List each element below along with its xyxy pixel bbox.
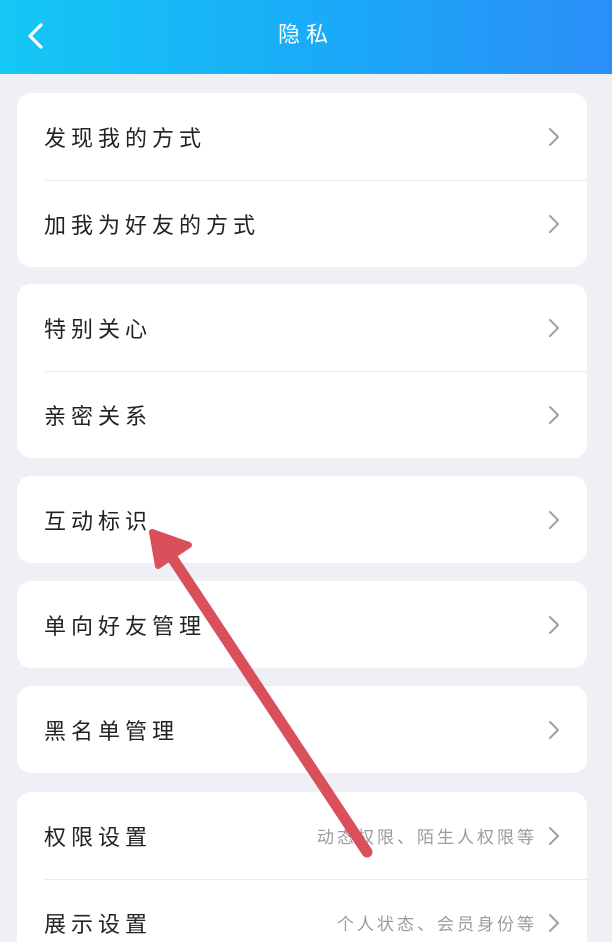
- row-label: 互动标识: [44, 509, 153, 535]
- row-blacklist-management[interactable]: 黑名单管理: [17, 686, 587, 773]
- settings-card-discovery: 发现我的方式 加我为好友的方式: [17, 93, 587, 267]
- chevron-right-icon: [549, 615, 559, 634]
- settings-card-interaction: 互动标识: [17, 476, 587, 563]
- title-bar: 隐私: [0, 0, 612, 74]
- row-one-way-friend-management[interactable]: 单向好友管理: [17, 581, 587, 668]
- row-label: 亲密关系: [44, 404, 153, 430]
- chevron-right-icon: [549, 826, 559, 845]
- row-label: 加我为好友的方式: [44, 213, 261, 239]
- row-label: 权限设置: [44, 825, 153, 851]
- row-permission-settings[interactable]: 权限设置 动态权限、陌生人权限等: [17, 792, 587, 879]
- chevron-right-icon: [549, 318, 559, 337]
- row-label: 特别关心: [44, 317, 153, 343]
- row-label: 黑名单管理: [44, 719, 180, 745]
- row-label: 发现我的方式: [44, 126, 207, 152]
- row-display-settings[interactable]: 展示设置 个人状态、会员身份等: [17, 879, 587, 942]
- row-label: 展示设置: [44, 912, 153, 938]
- row-intimate-relations[interactable]: 亲密关系: [17, 371, 587, 458]
- privacy-settings-screen: 隐私 发现我的方式 加我为好友的方式 特别关心 亲密关系 互动标识 单向好友管理…: [0, 0, 612, 942]
- chevron-right-icon: [549, 720, 559, 739]
- settings-card-relations: 特别关心 亲密关系: [17, 284, 587, 458]
- chevron-right-icon: [549, 913, 559, 932]
- chevron-right-icon: [549, 127, 559, 146]
- row-hint: 个人状态、会员身份等: [337, 915, 537, 935]
- settings-card-permissions: 权限设置 动态权限、陌生人权限等 展示设置 个人状态、会员身份等: [17, 792, 587, 942]
- chevron-right-icon: [549, 510, 559, 529]
- row-hint: 动态权限、陌生人权限等: [317, 828, 537, 848]
- settings-card-blacklist: 黑名单管理: [17, 686, 587, 773]
- row-interaction-badges[interactable]: 互动标识: [17, 476, 587, 563]
- chevron-right-icon: [549, 405, 559, 424]
- chevron-right-icon: [549, 214, 559, 233]
- page-title: 隐私: [277, 23, 334, 48]
- row-add-friend-methods[interactable]: 加我为好友的方式: [17, 180, 587, 267]
- row-special-care[interactable]: 特别关心: [17, 284, 587, 371]
- row-label: 单向好友管理: [44, 614, 207, 640]
- row-find-me-methods[interactable]: 发现我的方式: [17, 93, 587, 180]
- settings-card-one-way-friends: 单向好友管理: [17, 581, 587, 668]
